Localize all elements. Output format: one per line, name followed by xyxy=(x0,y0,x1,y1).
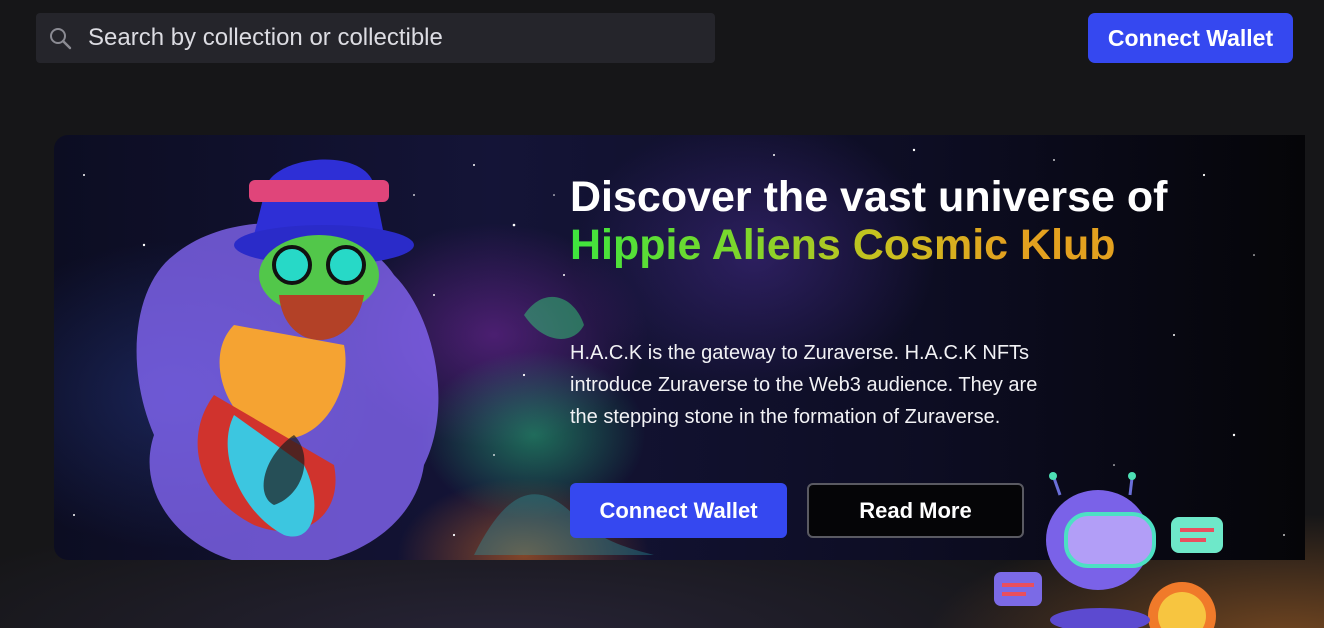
hero-title-part2: Klub xyxy=(1008,221,1116,269)
hero-title: Discover the vast universe of Hippie Ali… xyxy=(570,173,1210,269)
header-connect-wallet-button[interactable]: Connect Wallet xyxy=(1088,13,1293,63)
search-input[interactable] xyxy=(86,23,690,53)
robot-mascot-illustration xyxy=(994,472,1223,628)
hippie-alien-illustration xyxy=(136,159,439,560)
hero-title-highlight: Hippie Aliens Cosmic xyxy=(570,221,1009,269)
search-icon xyxy=(48,26,72,50)
page: Connect Wallet xyxy=(0,0,1324,628)
search-bar[interactable] xyxy=(36,13,715,63)
hero-title-part1: Discover the vast universe of xyxy=(570,173,1168,221)
hero-connect-wallet-button[interactable]: Connect Wallet xyxy=(570,483,787,538)
hero-description: H.A.C.K is the gateway to Zuraverse. H.A… xyxy=(570,342,1038,428)
